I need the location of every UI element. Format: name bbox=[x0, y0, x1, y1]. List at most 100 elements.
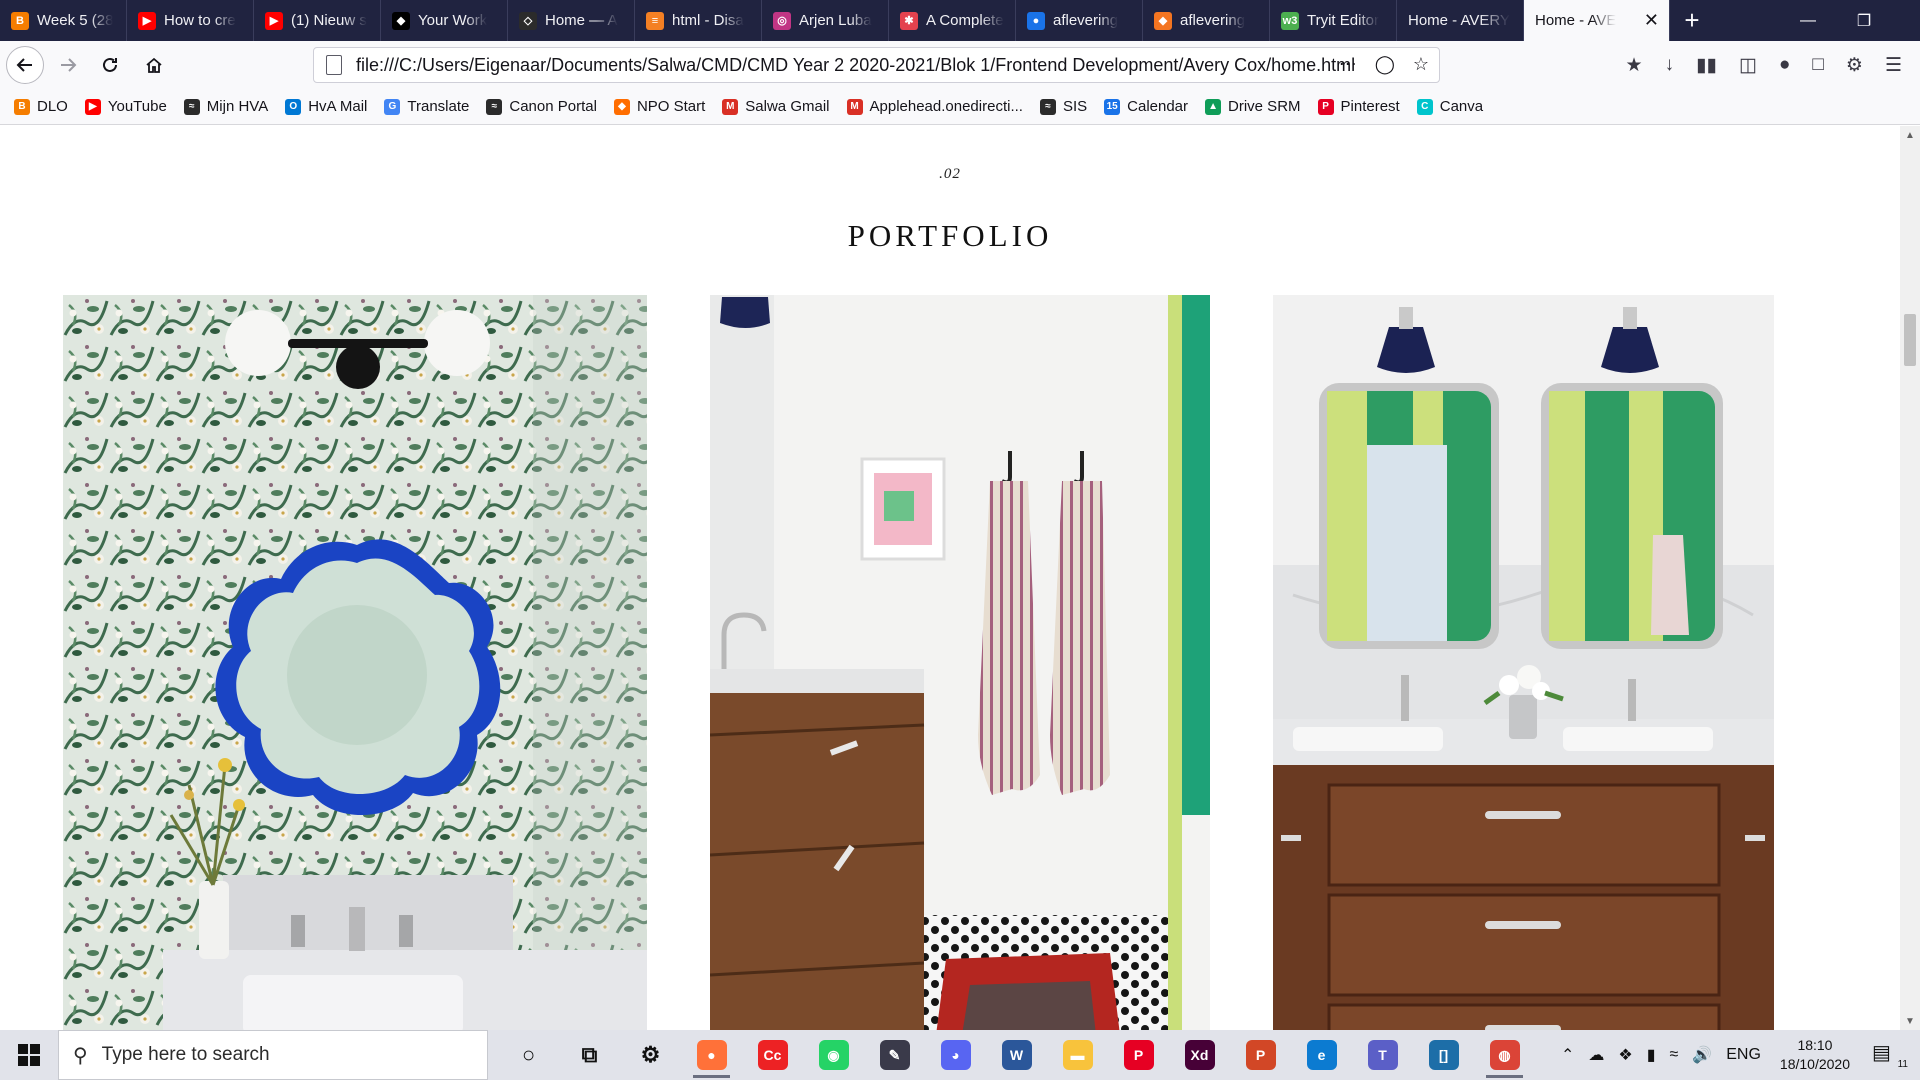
page-scrollbar[interactable] bbox=[1900, 126, 1920, 1030]
taskbar-app-button[interactable]: ○ bbox=[498, 1030, 559, 1080]
cloud-sync-icon[interactable]: ☁ bbox=[1588, 1045, 1604, 1065]
bookmark-label: Calendar bbox=[1127, 98, 1189, 115]
crunchyroll-icon: ◆ bbox=[1154, 11, 1172, 30]
bookmark-item[interactable]: ≈ SIS bbox=[1039, 98, 1087, 115]
battery-icon[interactable]: ▮ bbox=[1647, 1045, 1656, 1065]
forward-arrow-icon bbox=[61, 58, 77, 72]
browser-tab[interactable]: ◇ Home — A bbox=[508, 0, 635, 41]
bookmark-favicon-icon: P bbox=[1317, 98, 1334, 115]
back-button[interactable] bbox=[6, 46, 44, 84]
taskbar-app-button[interactable]: ◉ bbox=[803, 1030, 864, 1080]
browser-tab[interactable]: Home - AVERY bbox=[1397, 0, 1524, 41]
bookmark-item[interactable]: M Applehead.onedirecti... bbox=[846, 98, 1023, 115]
taskbar-app-button[interactable]: P bbox=[1108, 1030, 1169, 1080]
taskbar-app-button[interactable]: ✎ bbox=[864, 1030, 925, 1080]
browser-tab[interactable]: ◆ Your Work bbox=[381, 0, 508, 41]
page-actions-icon[interactable]: ⋯ bbox=[1339, 54, 1357, 75]
menu-icon[interactable]: ☰ bbox=[1885, 54, 1902, 77]
taskbar-app-button[interactable]: ▬ bbox=[1047, 1030, 1108, 1080]
browser-tab[interactable]: w3 Tryit Editor bbox=[1270, 0, 1397, 41]
new-tab-button[interactable]: + bbox=[1670, 0, 1714, 41]
taskbar-app-button[interactable]: T bbox=[1352, 1030, 1413, 1080]
portfolio-image-1[interactable] bbox=[63, 295, 647, 1030]
bookmark-item[interactable]: 15 Calendar bbox=[1104, 98, 1188, 115]
scrollbar-thumb[interactable] bbox=[1904, 314, 1916, 366]
address-bar[interactable]: file:///C:/Users/Eigenaar/Documents/Salw… bbox=[313, 47, 1440, 83]
account-icon[interactable]: ● bbox=[1779, 54, 1790, 76]
close-tab-icon[interactable]: ✕ bbox=[1644, 10, 1659, 31]
bookmark-favicon-icon: 15 bbox=[1104, 98, 1121, 115]
bookmark-item[interactable]: ≈ Mijn HVA bbox=[183, 98, 269, 115]
bookmark-item[interactable]: ▲ Drive SRM bbox=[1205, 98, 1301, 115]
clock[interactable]: 18:10 18/10/2020 bbox=[1780, 1036, 1850, 1074]
bookmark-item[interactable]: M Salwa Gmail bbox=[722, 98, 830, 115]
taskbar-app-button[interactable]: ◕ bbox=[925, 1030, 986, 1080]
dropbox-icon[interactable]: ❖ bbox=[1618, 1045, 1632, 1065]
reload-button[interactable] bbox=[92, 47, 128, 83]
brackets-icon: [] bbox=[1428, 1040, 1459, 1070]
firefox-icon: ● bbox=[696, 1040, 727, 1070]
minimize-icon[interactable]: — bbox=[1780, 0, 1836, 41]
scroll-up-icon[interactable]: ▲ bbox=[1900, 126, 1920, 144]
downloads-icon[interactable]: ↓ bbox=[1665, 54, 1675, 76]
taskbar-app-button[interactable]: ⚙ bbox=[620, 1030, 681, 1080]
taskbar-app-button[interactable]: ● bbox=[681, 1030, 742, 1080]
pocket-icon[interactable]: ◯ bbox=[1375, 54, 1395, 75]
bookmark-item[interactable]: G Translate bbox=[384, 98, 469, 115]
portfolio-image-3[interactable] bbox=[1273, 295, 1774, 1030]
home-button[interactable] bbox=[136, 47, 172, 83]
codepen-icon: ◆ bbox=[392, 11, 410, 30]
browser-tab-active[interactable]: Home - AVE ✕ bbox=[1524, 0, 1670, 41]
browser-tab[interactable]: B Week 5 (28 bbox=[0, 0, 127, 41]
floral-bathroom-photo bbox=[63, 295, 647, 1030]
taskbar-app-button[interactable]: W bbox=[986, 1030, 1047, 1080]
extension-gear-icon[interactable]: ⚙ bbox=[1846, 54, 1863, 77]
browser-tab[interactable]: ◎ Arjen Luba bbox=[762, 0, 889, 41]
taskbar-app-button[interactable]: ◍ bbox=[1474, 1030, 1535, 1080]
taskbar-app-button[interactable]: ⧉ bbox=[559, 1030, 620, 1080]
taskbar-app-button[interactable]: [] bbox=[1413, 1030, 1474, 1080]
sidebar-icon[interactable]: ◫ bbox=[1739, 54, 1757, 77]
browser-tab[interactable]: ✱ A Complete bbox=[889, 0, 1016, 41]
extension-icon[interactable]: □ bbox=[1812, 54, 1823, 76]
browser-tab[interactable]: ● aflevering bbox=[1016, 0, 1143, 41]
browser-tab[interactable]: ≡ html - Disa bbox=[635, 0, 762, 41]
start-button[interactable] bbox=[0, 1030, 58, 1080]
scroll-down-icon[interactable]: ▼ bbox=[1900, 1012, 1920, 1030]
browser-tab[interactable]: ▶ (1) Nieuw s bbox=[254, 0, 381, 41]
restore-icon[interactable]: ❐ bbox=[1836, 0, 1892, 41]
bookmark-item[interactable]: O HvA Mail bbox=[285, 98, 367, 115]
notification-center-button[interactable]: ▤ 11 bbox=[1872, 1040, 1908, 1070]
taskbar-app-button[interactable]: Cc bbox=[742, 1030, 803, 1080]
system-tray: ⌃ ☁ ❖ ▮ ≈ 🔊 ENG 18:10 18/10/2020 ▤ 11 bbox=[1554, 1030, 1920, 1080]
bookmark-star-icon[interactable]: ☆ bbox=[1413, 54, 1429, 75]
tab-label: Your Work bbox=[418, 12, 488, 29]
forward-button[interactable] bbox=[50, 47, 86, 83]
bookmark-label: Mijn HVA bbox=[206, 98, 269, 115]
browser-tab[interactable]: ◆ aflevering bbox=[1143, 0, 1270, 41]
volume-icon[interactable]: 🔊 bbox=[1692, 1045, 1712, 1065]
bookmark-item[interactable]: ≈ Canon Portal bbox=[486, 98, 597, 115]
towel-bathroom-photo bbox=[710, 295, 1210, 1030]
bookmark-item[interactable]: P Pinterest bbox=[1317, 98, 1400, 115]
bookmark-item[interactable]: ◆ NPO Start bbox=[613, 98, 705, 115]
library-bookmarks-icon[interactable]: ★ bbox=[1626, 54, 1643, 77]
bookmark-item[interactable]: ▶ YouTube bbox=[84, 98, 167, 115]
portfolio-image-2[interactable] bbox=[710, 295, 1210, 1030]
url-text[interactable]: file:///C:/Users/Eigenaar/Documents/Salw… bbox=[356, 55, 1355, 76]
youtube-icon: ▶ bbox=[138, 11, 156, 30]
language-indicator[interactable]: ENG bbox=[1726, 1046, 1761, 1064]
taskbar-search-box[interactable]: ⚲ Type here to search bbox=[58, 1030, 488, 1080]
section-number: .02 bbox=[939, 166, 961, 182]
settings-icon: ⚙ bbox=[640, 1042, 661, 1067]
show-hidden-icons-icon[interactable]: ⌃ bbox=[1561, 1045, 1574, 1065]
library-icon[interactable]: ▮▮ bbox=[1696, 54, 1717, 77]
bookmark-item[interactable]: B DLO bbox=[14, 98, 68, 115]
browser-tab[interactable]: ▶ How to cre bbox=[127, 0, 254, 41]
stackoverflow-icon: ≡ bbox=[646, 11, 664, 30]
wifi-icon[interactable]: ≈ bbox=[1670, 1046, 1679, 1064]
taskbar-app-button[interactable]: P bbox=[1230, 1030, 1291, 1080]
bookmark-item[interactable]: C Canva bbox=[1416, 98, 1483, 115]
taskbar-app-button[interactable]: Xd bbox=[1169, 1030, 1230, 1080]
taskbar-app-button[interactable]: e bbox=[1291, 1030, 1352, 1080]
